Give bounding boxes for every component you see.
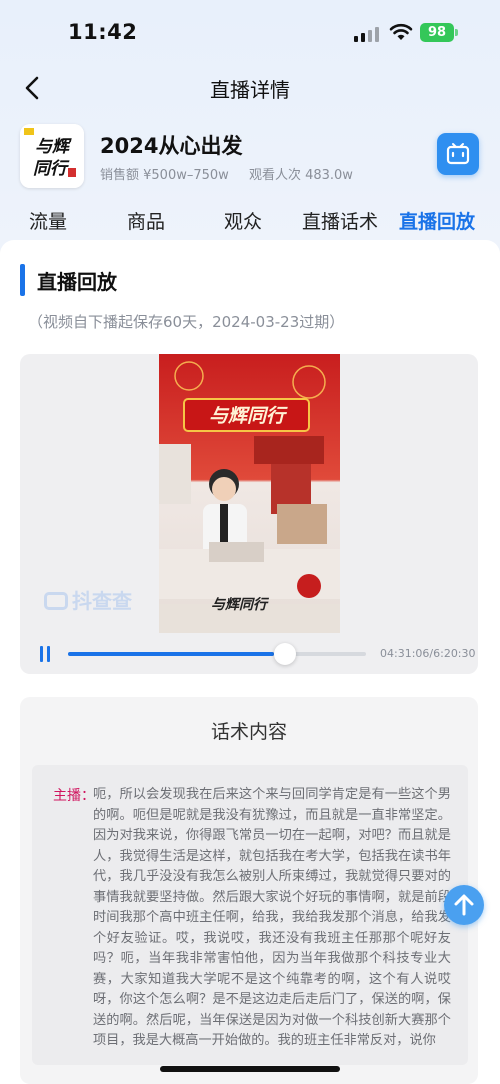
tab-products[interactable]: 商品 xyxy=(127,207,165,234)
tv-icon xyxy=(446,143,470,165)
watermark-text: 抖查查 xyxy=(72,589,132,613)
script-body[interactable]: 主播： 呃，所以会发现我在后来这个来与回同学肯定是有一些这个男的啊。呃但是呢就是… xyxy=(32,765,468,1065)
pause-button[interactable] xyxy=(38,646,54,662)
playback-time: 04:31:06/6:20:30 xyxy=(380,647,476,660)
svg-text:同行: 同行 xyxy=(33,159,70,179)
svg-text:与辉同行: 与辉同行 xyxy=(211,596,270,613)
tab-traffic[interactable]: 流量 xyxy=(29,207,67,234)
wifi-icon xyxy=(389,23,413,40)
scroll-to-top-button[interactable] xyxy=(444,885,484,925)
progress-slider[interactable] xyxy=(68,643,366,665)
tab-bar: 流量 商品 观众 直播话术 直播回放 xyxy=(0,207,500,237)
battery-indicator: 98 xyxy=(420,23,454,42)
status-time: 11:42 xyxy=(68,20,138,44)
section-title: 直播回放 xyxy=(37,270,117,294)
sales-amount: 销售额 ¥500w–750w xyxy=(100,168,229,183)
progress-knob[interactable] xyxy=(273,643,296,665)
watermark-icon xyxy=(44,592,68,610)
tab-audience[interactable]: 观众 xyxy=(224,207,262,234)
watermark: 抖查查 xyxy=(44,585,132,614)
room-logo: 与辉 同行 xyxy=(20,124,84,188)
script-title: 话术内容 xyxy=(210,721,287,743)
page-title: 直播详情 xyxy=(210,78,290,102)
svg-text:与辉同行: 与辉同行 xyxy=(209,405,288,427)
tab-live-script[interactable]: 直播话术 xyxy=(302,207,378,234)
section-accent xyxy=(20,264,25,296)
svg-text:与辉: 与辉 xyxy=(35,137,72,157)
signal-icon xyxy=(354,26,380,42)
progress-fill xyxy=(68,652,274,656)
expiry-note: （视频自下播起保存60天，2024-03-23过期） xyxy=(28,313,345,331)
battery-tip xyxy=(455,29,458,36)
view-count: 观看人次 483.0w xyxy=(248,168,353,183)
video-player[interactable]: 与辉同行 与辉同行 xyxy=(159,354,340,633)
room-meta: 销售额 ¥500w–750w 观看人次 483.0w xyxy=(100,164,369,183)
arrow-up-icon xyxy=(454,894,474,916)
speech-text: 呃，所以会发现我在后来这个来与回同学肯定是有一些这个男的啊。呃但是呢就是我没有犹… xyxy=(93,787,451,1048)
home-indicator xyxy=(160,1066,340,1072)
speaker-label: 主播： xyxy=(53,788,95,804)
tab-live-replay[interactable]: 直播回放 xyxy=(399,207,475,234)
live-tv-button[interactable] xyxy=(437,133,479,175)
room-title: 2024从心出发 xyxy=(100,134,243,158)
